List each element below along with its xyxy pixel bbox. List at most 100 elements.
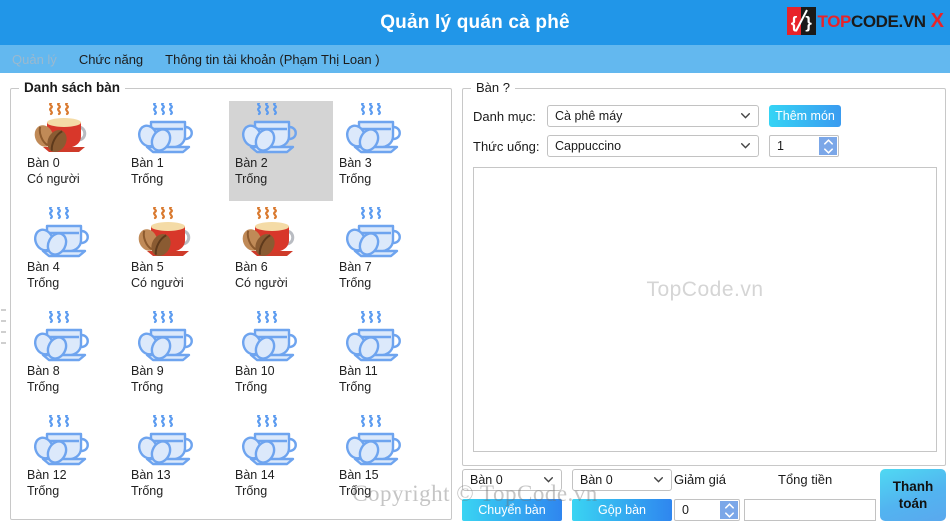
logo-text-vn: .VN — [898, 11, 927, 31]
chevron-down-icon — [544, 477, 553, 483]
table-cell[interactable]: Bàn 15 Trống — [333, 413, 437, 513]
coffee-cup-empty-icon — [137, 415, 193, 466]
table-status: Có người — [131, 276, 184, 290]
close-icon[interactable]: X — [931, 11, 944, 31]
total-value — [745, 500, 875, 503]
quantity-stepper[interactable]: 1 — [769, 135, 839, 157]
table-name: Bàn 15 — [339, 468, 379, 482]
table-name: Bàn 1 — [131, 156, 164, 170]
drink-row: Thức uống: Cappuccino 1 — [473, 135, 839, 157]
table-cell[interactable]: Bàn 6 Có người — [229, 205, 333, 305]
table-name: Bàn 2 — [235, 156, 268, 170]
table-cell[interactable]: Bàn 2 Trống — [229, 101, 333, 201]
table-status: Trống — [339, 172, 372, 186]
table-status: Trống — [235, 484, 268, 498]
table-status: Trống — [339, 484, 372, 498]
table-name: Bàn 7 — [339, 260, 372, 274]
coffee-cup-empty-icon — [33, 207, 89, 258]
table-cell[interactable]: Bàn 14 Trống — [229, 413, 333, 513]
table-cell[interactable]: Bàn 7 Trống — [333, 205, 437, 305]
menu-bar: Quản lý Chức năng Thông tin tài khoản (P… — [0, 45, 950, 73]
table-cell[interactable]: Bàn 10 Trống — [229, 309, 333, 409]
table-status: Trống — [27, 276, 60, 290]
coffee-cup-empty-icon — [241, 415, 297, 466]
chevron-down-icon — [741, 113, 750, 119]
tables-panel-legend: Danh sách bàn — [19, 80, 126, 95]
table-cell[interactable]: Bàn 11 Trống — [333, 309, 437, 409]
table-cell[interactable]: Bàn 3 Trống — [333, 101, 437, 201]
chevron-down-icon — [724, 511, 734, 518]
coffee-cup-empty-icon — [345, 415, 401, 466]
move-to-select[interactable]: Bàn 0 — [572, 469, 672, 491]
move-table-button[interactable]: Chuyển bàn — [462, 499, 562, 521]
table-status: Trống — [339, 380, 372, 394]
table-name: Bàn 6 — [235, 260, 268, 274]
pay-button-line1: Thanh — [892, 479, 934, 494]
discount-stepper[interactable]: 0 — [674, 499, 740, 521]
table-name: Bàn 5 — [131, 260, 164, 274]
table-status: Trống — [235, 380, 268, 394]
table-name: Bàn 11 — [339, 364, 378, 378]
table-name: Bàn 8 — [27, 364, 60, 378]
table-status: Có người — [27, 172, 80, 186]
order-items-list[interactable]: TopCode.vn — [473, 167, 937, 452]
category-row: Danh mục: Cà phê máy Thêm món — [473, 105, 841, 127]
coffee-cup-empty-icon — [345, 103, 401, 154]
tables-grid: Bàn 0 Có người Bàn 1 Trống Bàn 2 Trống Bàn 3 Tr… — [21, 101, 441, 515]
chevron-down-icon — [741, 143, 750, 149]
table-cell[interactable]: Bàn 0 Có người — [21, 101, 125, 201]
coffee-cup-full-icon — [242, 207, 295, 256]
menu-item-chuc-nang[interactable]: Chức năng — [79, 52, 143, 67]
table-name: Bàn 13 — [131, 468, 171, 482]
coffee-cup-empty-icon — [345, 207, 401, 258]
category-select[interactable]: Cà phê máy — [547, 105, 759, 127]
chevron-down-icon — [823, 147, 833, 154]
merge-table-button[interactable]: Gộp bàn — [572, 499, 672, 521]
quantity-stepper-buttons[interactable] — [819, 137, 837, 155]
add-item-button[interactable]: Thêm món — [769, 105, 841, 127]
coffee-cup-empty-icon — [345, 311, 401, 362]
coffee-cup-full-icon — [138, 207, 191, 256]
table-name: Bàn 12 — [27, 468, 67, 482]
logo-text-code: CODE — [850, 11, 899, 31]
discount-increment-button[interactable] — [720, 501, 738, 510]
table-status: Trống — [131, 484, 164, 498]
menu-item-thong-tin-tai-khoan[interactable]: Thông tin tài khoản (Phạm Thị Loan ) — [165, 52, 379, 67]
coffee-cup-empty-icon — [137, 103, 193, 154]
pay-button[interactable]: Thanh toán — [880, 469, 946, 521]
page-title: Quản lý quán cà phê — [380, 11, 570, 33]
table-name: Bàn 3 — [339, 156, 372, 170]
table-cell[interactable]: Bàn 13 Trống — [125, 413, 229, 513]
drink-select-value: Cappuccino — [555, 139, 622, 153]
discount-decrement-button[interactable] — [720, 510, 738, 519]
title-bar: Quản lý quán cà phê { } TOPCODE.VN X — [0, 0, 950, 45]
topcode-brackets-icon: { } — [786, 7, 816, 35]
move-from-select[interactable]: Bàn 0 — [462, 469, 562, 491]
tables-panel: Danh sách bàn Bàn 0 Có người Bàn 1 Trống Bàn… — [10, 80, 452, 520]
table-name: Bàn 4 — [27, 260, 60, 274]
quantity-decrement-button[interactable] — [819, 146, 837, 155]
table-cell[interactable]: Bàn 9 Trống — [125, 309, 229, 409]
main-content: Danh sách bàn Bàn 0 Có người Bàn 1 Trống Bàn… — [0, 73, 950, 525]
table-name: Bàn 9 — [131, 364, 164, 378]
chevron-up-icon — [724, 502, 734, 509]
total-label: Tổng tiền — [778, 472, 833, 487]
svg-text:}: } — [805, 13, 812, 32]
table-cell[interactable]: Bàn 4 Trống — [21, 205, 125, 305]
table-cell[interactable]: Bàn 1 Trống — [125, 101, 229, 201]
total-field[interactable] — [744, 499, 876, 521]
quantity-increment-button[interactable] — [819, 137, 837, 146]
coffee-cup-empty-icon — [241, 311, 297, 362]
menu-item-quan-ly[interactable]: Quản lý — [12, 52, 57, 67]
discount-label: Giảm giá — [674, 472, 727, 487]
move-to-select-value: Bàn 0 — [580, 473, 613, 487]
table-status: Trống — [27, 484, 60, 498]
discount-stepper-buttons[interactable] — [720, 501, 738, 519]
table-cell[interactable]: Bàn 12 Trống — [21, 413, 125, 513]
table-cell[interactable]: Bàn 5 Có người — [125, 205, 229, 305]
coffee-cup-empty-icon — [137, 311, 193, 362]
logo-text-top: TOP — [817, 11, 852, 31]
table-cell[interactable]: Bàn 8 Trống — [21, 309, 125, 409]
drink-select[interactable]: Cappuccino — [547, 135, 759, 157]
category-select-value: Cà phê máy — [555, 109, 623, 123]
